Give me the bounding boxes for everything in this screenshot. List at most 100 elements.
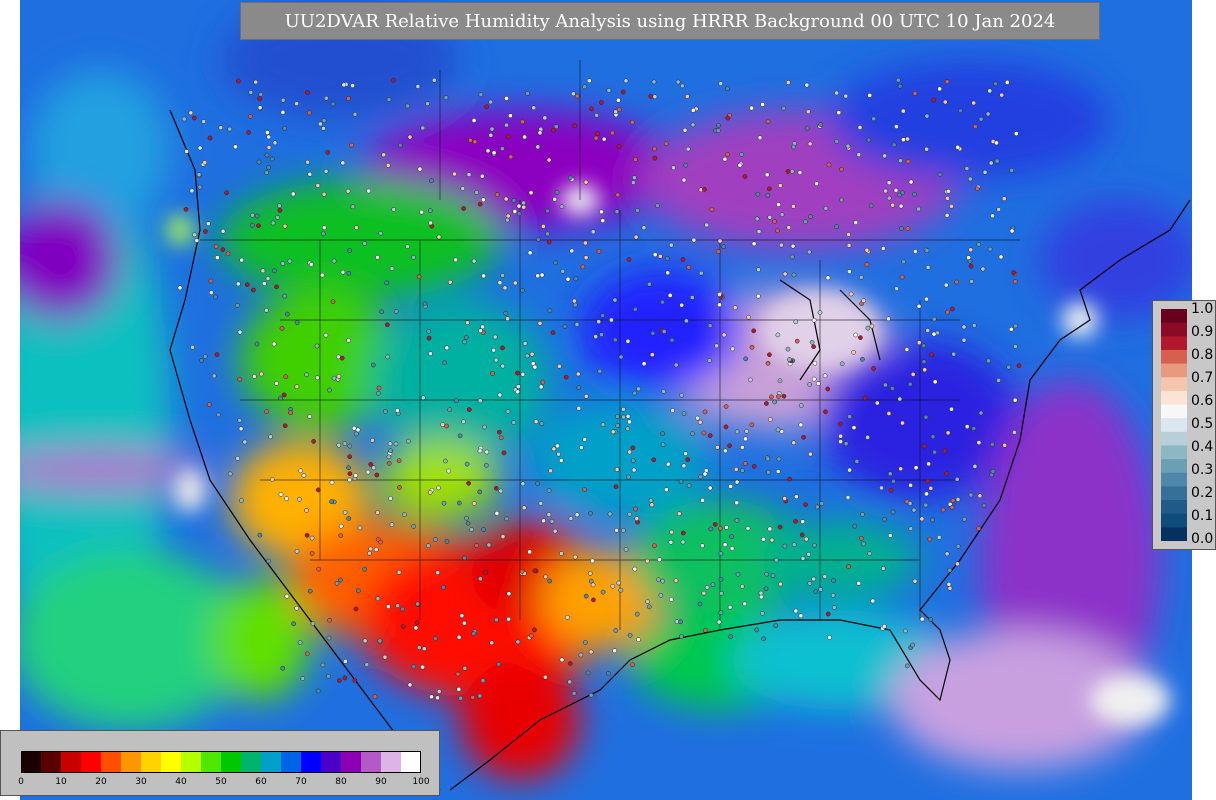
observation-dot xyxy=(980,266,986,272)
observation-dot xyxy=(429,178,434,184)
observation-dot xyxy=(949,504,955,510)
observation-dot xyxy=(466,480,471,486)
observation-dot xyxy=(181,116,187,122)
observation-dot xyxy=(529,351,535,357)
observation-dot xyxy=(1011,270,1017,275)
observation-dot xyxy=(416,645,422,650)
observation-dot xyxy=(767,526,773,532)
observation-dot xyxy=(294,320,300,325)
observation-dot xyxy=(838,433,843,439)
observation-dot xyxy=(717,238,723,244)
observation-dot xyxy=(552,196,558,202)
colorbar-segment xyxy=(41,751,62,773)
observation-dot xyxy=(837,421,843,427)
observation-dot xyxy=(280,261,286,266)
observation-dot xyxy=(477,398,483,404)
observation-dot xyxy=(441,584,446,590)
observation-dot xyxy=(798,403,804,408)
observation-dot xyxy=(625,413,631,419)
observation-dot xyxy=(331,375,337,381)
observation-dot xyxy=(461,206,466,211)
observation-dot xyxy=(542,115,548,121)
observation-dot xyxy=(874,400,880,406)
observation-dot xyxy=(790,243,796,249)
observation-dot xyxy=(897,192,903,198)
observation-dot xyxy=(462,339,467,345)
observation-dot xyxy=(323,95,329,101)
observation-dot xyxy=(805,109,811,115)
observation-dot xyxy=(339,355,345,361)
observation-dot xyxy=(347,248,353,253)
observation-dot xyxy=(415,601,420,607)
observation-dot xyxy=(464,461,470,467)
observation-dot xyxy=(695,415,700,421)
observation-dot xyxy=(955,543,961,549)
observation-dot xyxy=(543,574,548,580)
observation-dot xyxy=(646,604,652,610)
observation-dot xyxy=(669,242,674,248)
observation-dot xyxy=(290,191,296,197)
observation-dot xyxy=(357,525,363,531)
observation-dot xyxy=(330,101,336,107)
observation-dot xyxy=(565,276,571,282)
observation-dot xyxy=(791,440,797,446)
observation-dot xyxy=(845,495,851,500)
observation-dot xyxy=(546,239,552,245)
observation-dot xyxy=(702,471,708,477)
observation-dot xyxy=(627,632,633,638)
observation-dot xyxy=(652,94,658,100)
observation-dot xyxy=(443,95,449,100)
observation-dot xyxy=(865,435,870,440)
observation-dot xyxy=(708,526,714,532)
observation-dot xyxy=(315,183,321,188)
observation-dot xyxy=(761,536,766,542)
observation-dot xyxy=(944,551,950,557)
observation-dot xyxy=(205,221,211,227)
observation-dot xyxy=(887,533,893,538)
observation-dot xyxy=(856,152,862,157)
observation-dot xyxy=(524,353,530,359)
observation-dot xyxy=(391,207,397,212)
observation-dot xyxy=(436,689,442,694)
observation-dot xyxy=(338,533,344,538)
observation-dot xyxy=(346,516,352,521)
observation-dot xyxy=(870,598,876,604)
observation-dot xyxy=(435,570,441,576)
observation-dot xyxy=(702,409,708,415)
observation-dot xyxy=(393,441,399,447)
observation-dot xyxy=(574,322,580,327)
observation-dot xyxy=(775,228,780,234)
observation-dot xyxy=(895,77,901,83)
observation-dot xyxy=(353,431,359,437)
observation-dot xyxy=(633,157,638,162)
observation-dot xyxy=(456,687,462,692)
observation-dot xyxy=(321,191,327,197)
observation-dot xyxy=(572,302,578,308)
observation-dot xyxy=(710,582,716,588)
observation-dot xyxy=(843,93,849,99)
observation-dot xyxy=(655,203,660,209)
observation-dot xyxy=(382,654,388,660)
observation-dot xyxy=(206,402,212,407)
observation-dot xyxy=(890,509,896,515)
observation-dot xyxy=(481,197,486,203)
observation-dot xyxy=(365,469,371,475)
observation-dot xyxy=(466,172,472,177)
observation-dot xyxy=(391,77,396,83)
observation-dot xyxy=(345,188,351,194)
observation-dot xyxy=(477,201,483,207)
observation-dot xyxy=(362,566,368,572)
observation-dot xyxy=(297,496,302,502)
observation-dot xyxy=(606,671,611,676)
observation-dot xyxy=(760,102,765,107)
observation-dot xyxy=(658,592,664,598)
observation-dot xyxy=(764,401,769,406)
observation-dot xyxy=(955,497,961,502)
observation-dot xyxy=(505,409,511,414)
observation-dot xyxy=(947,567,953,573)
observation-dot xyxy=(630,458,636,464)
observation-dot xyxy=(411,664,417,670)
observation-dot xyxy=(516,211,522,217)
observation-dot xyxy=(301,473,307,478)
observation-dot xyxy=(831,578,836,583)
